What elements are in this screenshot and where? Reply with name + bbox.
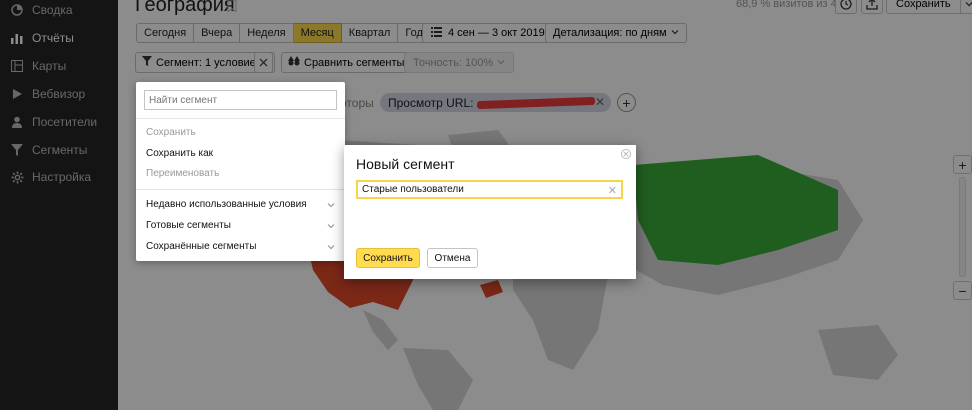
- segment-dropdown: Сохранить Сохранить как Переименовать Не…: [136, 82, 345, 261]
- close-icon[interactable]: [621, 149, 631, 159]
- dropdown-recent-conditions[interactable]: Недавно использованные условия: [146, 199, 307, 210]
- divider: [136, 118, 345, 119]
- dropdown-save-item[interactable]: Сохранить: [146, 127, 196, 138]
- dropdown-saved-segments[interactable]: Сохранённые сегменты: [146, 241, 256, 252]
- dialog-save-button[interactable]: Сохранить: [356, 248, 420, 268]
- chevron-down-icon: [327, 245, 335, 250]
- divider: [136, 189, 345, 190]
- new-segment-dialog: Новый сегмент Старые пользователи ✕ Сохр…: [344, 145, 636, 279]
- segment-name-value: Старые пользователи: [362, 184, 464, 195]
- chevron-down-icon: [327, 224, 335, 229]
- segment-search-input[interactable]: [144, 90, 337, 110]
- dropdown-rename-item[interactable]: Переименовать: [146, 168, 219, 179]
- dialog-cancel-button[interactable]: Отмена: [427, 248, 478, 268]
- clear-input-icon[interactable]: ✕: [608, 184, 617, 197]
- segment-name-input[interactable]: Старые пользователи ✕: [356, 180, 623, 199]
- dialog-title: Новый сегмент: [356, 156, 455, 172]
- chevron-down-icon: [327, 203, 335, 208]
- dropdown-ready-segments[interactable]: Готовые сегменты: [146, 220, 231, 231]
- dropdown-save-as-item[interactable]: Сохранить как: [146, 148, 213, 159]
